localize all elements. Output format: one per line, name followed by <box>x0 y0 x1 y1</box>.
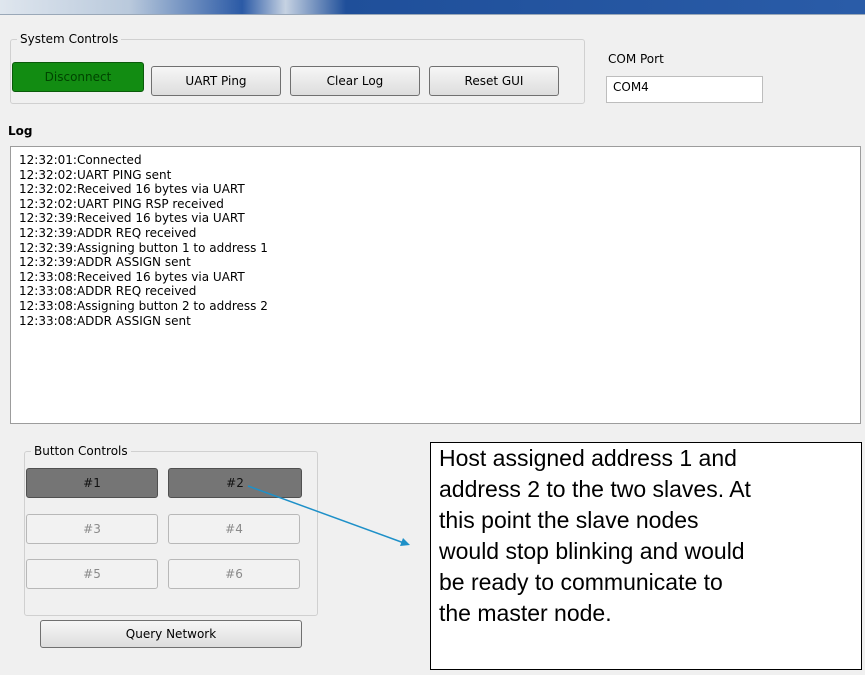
log-line: 12:32:01:Connected <box>19 153 142 167</box>
node-button-5[interactable]: #5 <box>26 559 158 589</box>
log-label: Log <box>8 124 33 138</box>
log-line: 12:32:39:Assigning button 1 to address 1 <box>19 240 268 255</box>
log-line: 12:32:02:Received 16 bytes via UART <box>19 182 245 197</box>
annotation-line: Host assigned address 1 and <box>439 445 737 471</box>
log-line: 12:32:39:Received 16 bytes via UART <box>19 211 245 226</box>
annotation-line: be ready to communicate to <box>439 569 723 595</box>
node-button-3[interactable]: #3 <box>26 514 158 544</box>
button-controls-title: Button Controls <box>34 444 128 458</box>
clear-log-button[interactable]: Clear Log <box>290 66 420 96</box>
log-line: 12:33:08:Assigning button 2 to address 2 <box>19 298 268 313</box>
window-title-bar <box>0 0 865 15</box>
log-line: 12:32:02:UART PING sent <box>19 167 172 182</box>
node-button-1[interactable]: #1 <box>26 468 158 498</box>
node-button-6[interactable]: #6 <box>168 559 300 589</box>
reset-gui-button[interactable]: Reset GUI <box>429 66 559 96</box>
system-controls-title: System Controls <box>20 32 119 46</box>
uart-ping-button[interactable]: UART Ping <box>151 66 281 96</box>
annotation-callout: Host assigned address 1 and address 2 to… <box>430 442 862 670</box>
log-line: 12:33:08:Received 16 bytes via UART <box>19 269 245 284</box>
log-line: 12:32:02:UART PING RSP received <box>19 196 224 211</box>
log-line: 12:32:39:ADDR ASSIGN sent <box>19 255 191 270</box>
log-line: 12:32:39:ADDR REQ received <box>19 225 197 240</box>
node-button-2[interactable]: #2 <box>168 468 302 498</box>
disconnect-button[interactable]: Disconnect <box>12 62 144 92</box>
annotation-line: would stop blinking and would <box>439 538 745 564</box>
log-textbox[interactable]: 12:32:01:Connected 12:32:02:UART PING se… <box>10 146 861 424</box>
annotation-line: address 2 to the two slaves. At <box>439 476 751 502</box>
annotation-line: the master node. <box>439 600 612 626</box>
log-line: 12:33:08:ADDR ASSIGN sent <box>19 313 191 328</box>
log-line: 12:33:08:ADDR REQ received <box>19 284 197 299</box>
com-port-field[interactable]: COM4 <box>606 76 763 103</box>
com-port-label: COM Port <box>608 52 664 66</box>
node-button-4[interactable]: #4 <box>168 514 300 544</box>
annotation-line: this point the slave nodes <box>439 507 699 533</box>
query-network-button[interactable]: Query Network <box>40 620 302 648</box>
arrow-head <box>400 538 410 546</box>
